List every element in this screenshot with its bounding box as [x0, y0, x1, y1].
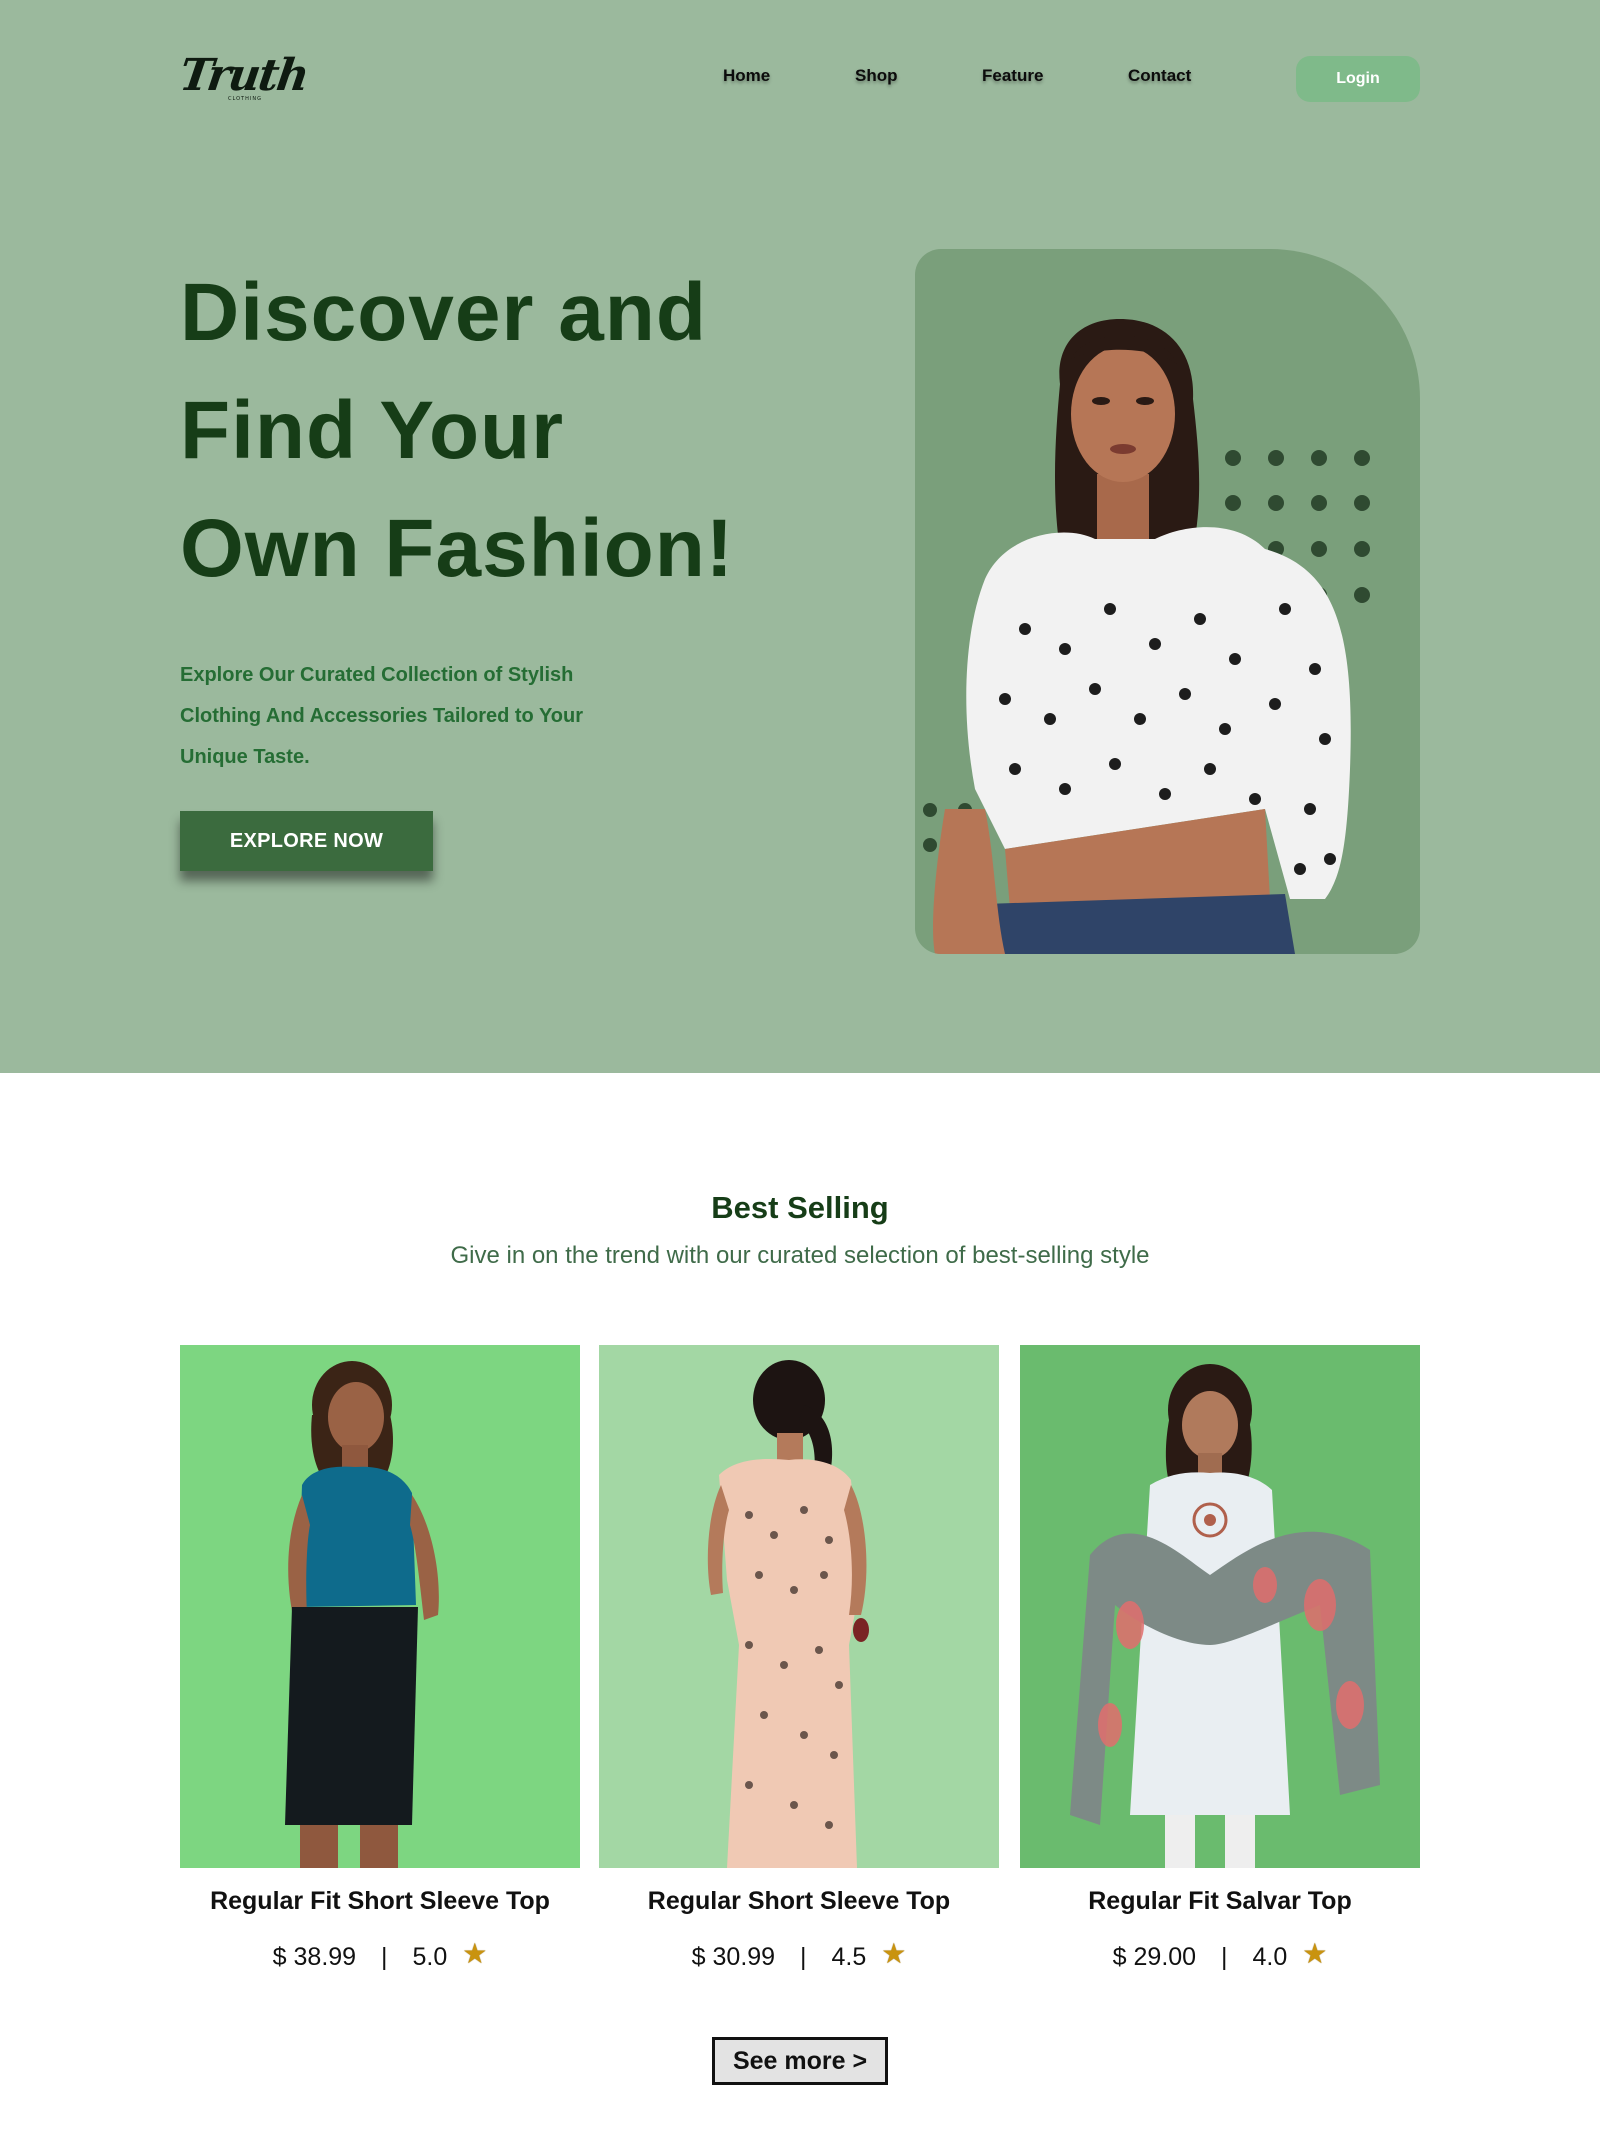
hero-model-image	[933, 319, 1351, 954]
meta-separator: |	[381, 1943, 388, 1971]
product-name[interactable]: Regular Fit Salvar Top	[1020, 1887, 1420, 1916]
best-selling-subtitle: Give in on the trend with our curated se…	[450, 1242, 1150, 1269]
star-icon: ★	[462, 1938, 488, 1969]
brand-logo-tagline: CLOTHING	[228, 96, 262, 102]
product-meta: $ 30.99 | 4.5 ★	[599, 1937, 999, 1972]
hero-subtitle-line: Explore Our Curated Collection of Stylis…	[180, 664, 574, 686]
product-name[interactable]: Regular Fit Short Sleeve Top	[180, 1887, 580, 1916]
product-image[interactable]	[180, 1345, 580, 1868]
nav-item-home[interactable]: Home	[723, 66, 770, 86]
product-rating: 4.0	[1252, 1943, 1288, 1971]
product-name[interactable]: Regular Short Sleeve Top	[599, 1887, 999, 1916]
hero-title-line: Own Fashion!	[180, 503, 735, 594]
product-price: $ 29.00	[1112, 1943, 1197, 1971]
product-rating: 5.0	[412, 1943, 448, 1971]
login-button[interactable]: Login	[1296, 56, 1420, 102]
star-icon: ★	[881, 1938, 907, 1969]
hero-subtitle-line: Clothing And Accessories Tailored to You…	[180, 705, 584, 727]
hero-subtitle: Explore Our Curated Collection of Stylis…	[180, 655, 630, 778]
hero-image-card	[915, 249, 1420, 954]
meta-separator: |	[1221, 1943, 1228, 1971]
hero-title: Discover and Find Your Own Fashion!	[180, 254, 780, 608]
nav-item-shop[interactable]: Shop	[855, 66, 898, 86]
product-price: $ 38.99	[272, 1943, 357, 1971]
meta-separator: |	[800, 1943, 807, 1971]
product-meta: $ 38.99 | 5.0 ★	[180, 1937, 580, 1972]
hero-title-line: Discover and	[180, 267, 707, 358]
hero-title-line: Find Your	[180, 385, 565, 476]
product-meta: $ 29.00 | 4.0 ★	[1020, 1937, 1420, 1972]
explore-now-button[interactable]: EXPLORE NOW	[180, 811, 433, 871]
product-image[interactable]	[1020, 1345, 1420, 1868]
see-more-button[interactable]: See more >	[712, 2037, 888, 2085]
best-selling-title: Best Selling	[711, 1190, 889, 1225]
star-icon: ★	[1302, 1938, 1328, 1969]
product-price: $ 30.99	[691, 1943, 776, 1971]
nav-item-feature[interactable]: Feature	[982, 66, 1043, 86]
hero-section: Truth CLOTHING Home Shop Feature Contact…	[0, 0, 1600, 1073]
product-image[interactable]	[599, 1345, 999, 1868]
nav-item-contact[interactable]: Contact	[1128, 66, 1191, 86]
product-rating: 4.5	[831, 1943, 867, 1971]
hero-subtitle-line: Unique Taste.	[180, 746, 310, 768]
